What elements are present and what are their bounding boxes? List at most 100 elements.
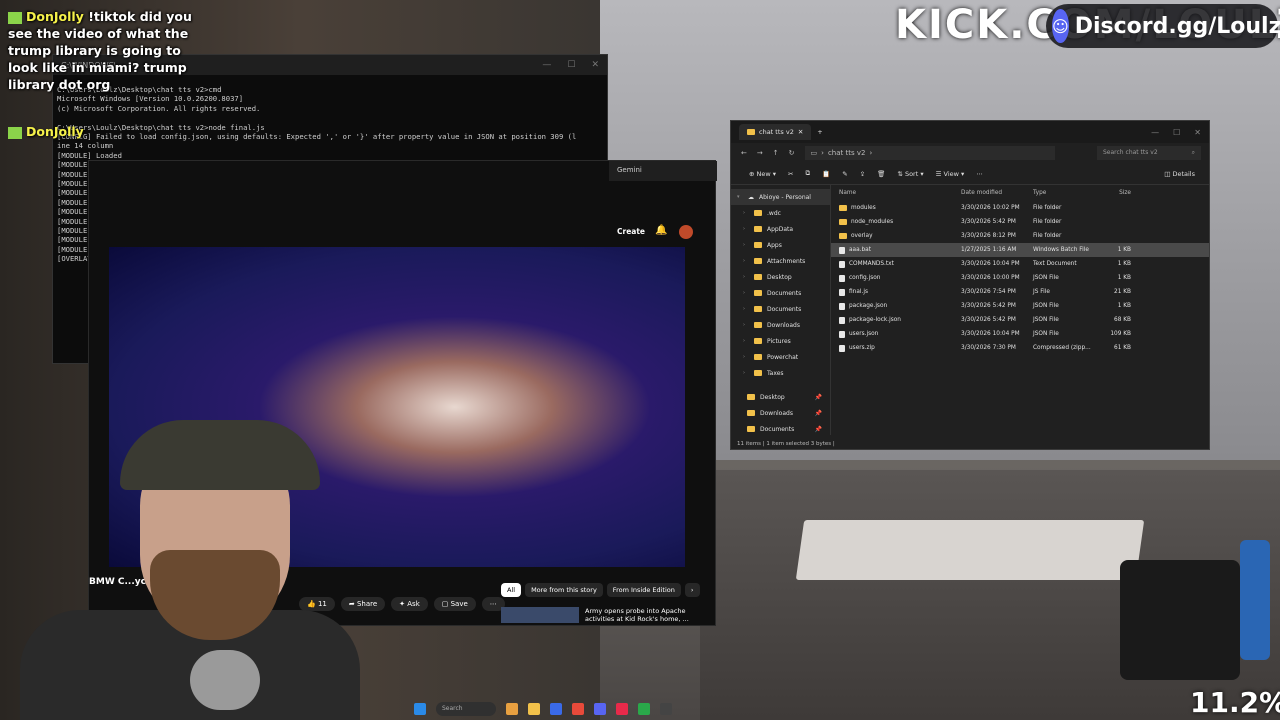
file-row[interactable]: COMMANDS.txt 3/30/2026 10:04 PM Text Docum…	[831, 257, 1209, 271]
chevron-right-icon[interactable]: ›	[743, 258, 749, 264]
share-icon[interactable]: ⇪	[860, 170, 865, 178]
view-button[interactable]: ☰ View ▾	[936, 170, 965, 178]
file-row[interactable]: users.zip 3/30/2026 7:30 PM Compressed (zi…	[831, 341, 1209, 355]
close-icon[interactable]: ✕	[1194, 128, 1201, 137]
chevron-right-icon[interactable]: ›	[743, 226, 749, 232]
pin-icon[interactable]: 📌	[815, 426, 822, 433]
taskbar-app-icon[interactable]	[506, 703, 518, 715]
taskbar-discord-icon[interactable]	[594, 703, 606, 715]
video-player[interactable]	[109, 247, 685, 567]
chip-more-from-story[interactable]: More from this story	[525, 583, 603, 597]
taskbar-app-icon[interactable]	[550, 703, 562, 715]
pin-icon[interactable]: 📌	[815, 394, 822, 401]
taskbar-app-icon[interactable]	[616, 703, 628, 715]
new-tab-icon[interactable]: +	[817, 128, 822, 136]
pinned-item[interactable]: Documents 📌	[731, 421, 830, 437]
file-row[interactable]: aaa.bat 1/27/2025 1:16 AM Windows Batch Fi…	[831, 243, 1209, 257]
chevron-right-icon[interactable]: ›	[743, 338, 749, 344]
address-bar[interactable]: ▭ › chat tts v2 ›	[804, 146, 1055, 160]
like-button[interactable]: 👍 11	[299, 597, 335, 611]
chevron-right-icon[interactable]: ›	[743, 322, 749, 328]
copy-icon[interactable]: ⧉	[806, 169, 811, 178]
column-size[interactable]: Size	[1099, 190, 1131, 196]
sidebar-item[interactable]: › Pictures	[731, 333, 830, 349]
back-icon[interactable]: ←	[741, 149, 747, 157]
sidebar-item[interactable]: › Desktop	[731, 269, 830, 285]
bell-icon[interactable]: 🔔	[655, 225, 667, 236]
pinned-item[interactable]: Downloads 📌	[731, 405, 830, 421]
sidebar-item[interactable]: › Downloads	[731, 317, 830, 333]
file-row[interactable]: users.json 3/30/2026 10:04 PM JSON File 109…	[831, 327, 1209, 341]
chip-all[interactable]: All	[501, 583, 522, 597]
up-icon[interactable]: ↑	[773, 149, 779, 157]
recommended-thumbnail[interactable]	[501, 607, 579, 623]
avatar[interactable]	[679, 225, 693, 239]
recommended-video[interactable]: Army opens probe into Apache activities …	[501, 607, 695, 623]
create-button[interactable]: Create	[617, 227, 645, 236]
navigation-pane[interactable]: ▾ ☁ Abioye - Personal › .wdc › AppData › Apps…	[731, 185, 831, 435]
new-button[interactable]: ⊕ New ▾	[749, 170, 776, 178]
sidebar-item[interactable]: › .wdc	[731, 205, 830, 221]
chevron-right-icon[interactable]: ›	[743, 242, 749, 248]
recommended-title[interactable]: Army opens probe into Apache activities …	[585, 607, 695, 623]
maximize-icon[interactable]: ☐	[567, 60, 575, 70]
minimize-icon[interactable]: —	[542, 60, 551, 70]
more-icon[interactable]: ⋯	[976, 170, 983, 178]
pinned-item[interactable]: Desktop 📌	[731, 389, 830, 405]
sidebar-item[interactable]: › Attachments	[731, 253, 830, 269]
chevron-right-icon[interactable]: ›	[743, 306, 749, 312]
sidebar-item[interactable]: › Apps	[731, 237, 830, 253]
file-list[interactable]: Name Date modified Type Size modules 3/30…	[831, 185, 1209, 435]
chevron-right-icon[interactable]: ›	[743, 290, 749, 296]
close-icon[interactable]: ✕	[591, 60, 599, 70]
column-name[interactable]: Name	[831, 190, 961, 196]
sidebar-item[interactable]: › Documents	[731, 285, 830, 301]
browser-window[interactable]: Gemini Create 🔔 BMW C...yclists In Bike …	[88, 160, 717, 626]
sidebar-item[interactable]: › Taxes	[731, 365, 830, 381]
file-row[interactable]: modules 3/30/2026 10:02 PM File folder	[831, 201, 1209, 215]
save-button[interactable]: ▢ Save	[433, 597, 476, 611]
share-button[interactable]: ➦ Share	[340, 597, 386, 611]
minimize-icon[interactable]: —	[1151, 128, 1159, 137]
taskbar-chrome-icon[interactable]	[572, 703, 584, 715]
file-row[interactable]: package-lock.json 3/30/2026 5:42 PM JSON F…	[831, 313, 1209, 327]
cut-icon[interactable]: ✂	[788, 170, 793, 178]
refresh-icon[interactable]: ↻	[789, 149, 795, 157]
sort-button[interactable]: ⇅ Sort ▾	[897, 170, 923, 178]
chevron-right-icon[interactable]: ›	[743, 274, 749, 280]
file-row[interactable]: config.json 3/30/2026 10:00 PM JSON File 1 …	[831, 271, 1209, 285]
close-tab-icon[interactable]: ✕	[798, 128, 803, 136]
file-row[interactable]: node_modules 3/30/2026 5:42 PM File folder	[831, 215, 1209, 229]
paste-icon[interactable]: 📋	[822, 170, 830, 178]
chevron-down-icon[interactable]: ▾	[737, 194, 743, 200]
chevron-right-icon[interactable]: ›	[743, 354, 749, 360]
delete-icon[interactable]: 🗑	[877, 170, 885, 178]
forward-icon[interactable]: →	[757, 149, 763, 157]
sidebar-item[interactable]: › AppData	[731, 221, 830, 237]
sidebar-item[interactable]: › Powerchat	[731, 349, 830, 365]
sidebar-item[interactable]: › Documents	[731, 301, 830, 317]
file-row[interactable]: final.js 3/30/2026 7:54 PM JS File 21 KB	[831, 285, 1209, 299]
details-button[interactable]: ◫ Details	[1164, 170, 1195, 178]
chevron-right-icon[interactable]: ›	[743, 210, 749, 216]
ask-button[interactable]: ✦ Ask	[391, 597, 428, 611]
chevron-right-icon[interactable]: ›	[743, 370, 749, 376]
pin-icon[interactable]: 📌	[815, 410, 822, 417]
search-input[interactable]: Search chat tts v2 ⌕	[1097, 146, 1201, 160]
column-type[interactable]: Type	[1033, 190, 1099, 196]
chip-inside-edition[interactable]: From Inside Edition	[606, 583, 681, 597]
taskbar-terminal-icon[interactable]	[660, 703, 672, 715]
windows-start-icon[interactable]	[414, 703, 426, 715]
explorer-tab[interactable]: chat tts v2 ✕	[739, 124, 812, 140]
taskbar-explorer-icon[interactable]	[528, 703, 540, 715]
gemini-tab-label[interactable]: Gemini	[617, 166, 642, 174]
maximize-icon[interactable]: ☐	[1173, 128, 1180, 137]
file-row[interactable]: overlay 3/30/2026 8:12 PM File folder	[831, 229, 1209, 243]
column-date[interactable]: Date modified	[961, 190, 1033, 196]
chevron-right-icon[interactable]: ›	[684, 583, 700, 597]
file-row[interactable]: package.json 3/30/2026 5:42 PM JSON File 1 …	[831, 299, 1209, 313]
taskbar-app-icon[interactable]	[638, 703, 650, 715]
browser-tab[interactable]: Gemini	[609, 161, 717, 181]
rename-icon[interactable]: ✎	[842, 170, 847, 178]
sidebar-item-root[interactable]: ▾ ☁ Abioye - Personal	[731, 189, 830, 205]
